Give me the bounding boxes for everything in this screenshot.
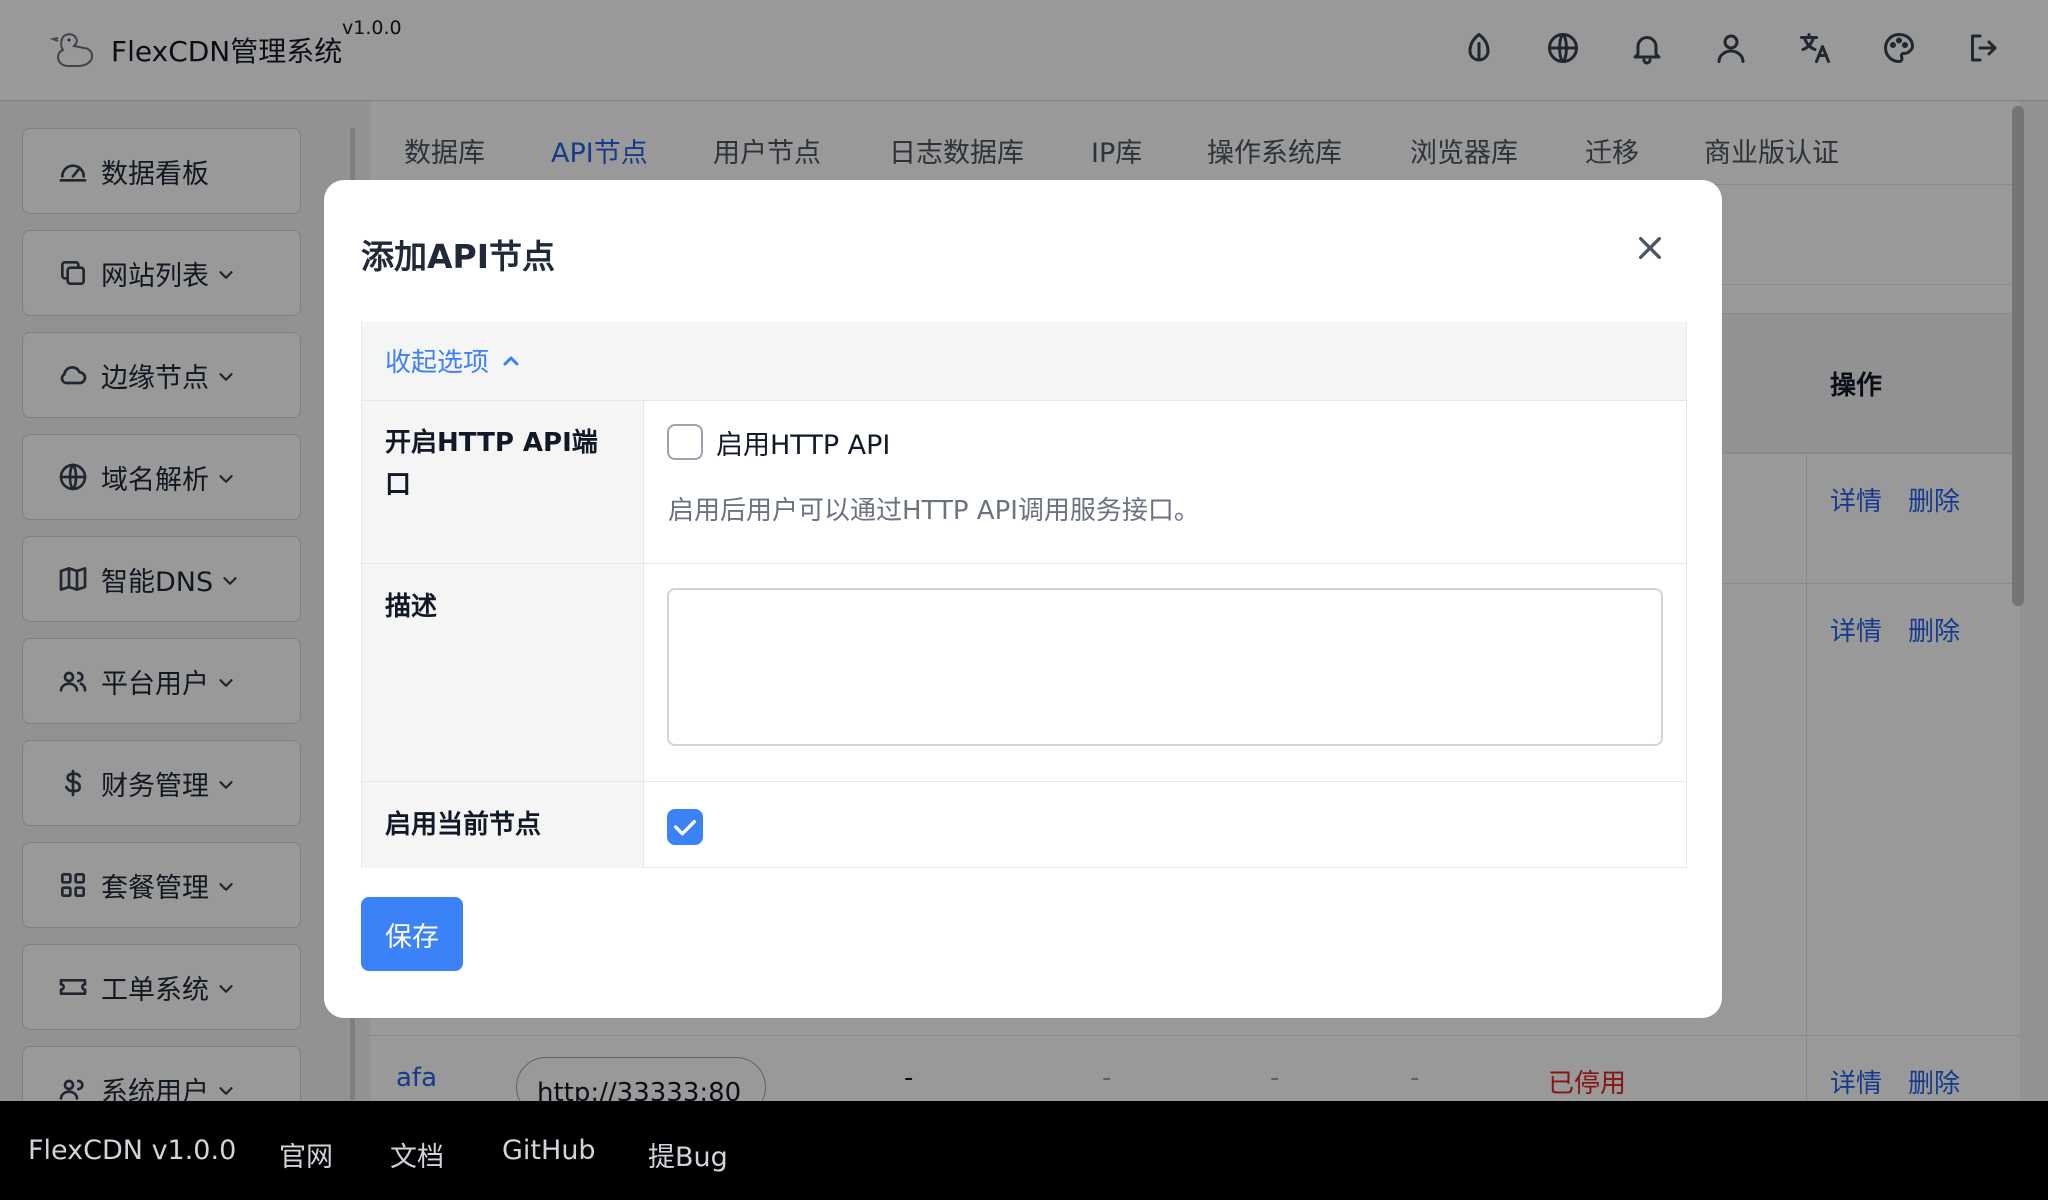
footer-link-docs[interactable]: 文档 [390, 1135, 444, 1174]
footer-version[interactable]: FlexCDN v1.0.0 [28, 1135, 236, 1166]
enable-node-checkbox[interactable] [667, 809, 703, 845]
row-divider [362, 400, 1686, 401]
checkmark-icon [674, 820, 696, 836]
row-divider [362, 781, 1686, 782]
modal-title: 添加API节点 [361, 237, 556, 276]
http-api-help-text: 启用后用户可以通过HTTP API调用服务接口。 [668, 496, 1200, 526]
collapse-row: 收起选项 [362, 322, 1686, 400]
enable-node-label: 启用当前节点 [385, 810, 542, 840]
add-api-node-modal: 添加API节点 收起选项 开启HTTP API端口 描述 启用当前节点 启用HT… [324, 180, 1722, 1018]
desc-label: 描述 [385, 592, 438, 622]
collapse-options-label: 收起选项 [385, 348, 490, 378]
footer-link-bug[interactable]: 提Bug [648, 1135, 728, 1174]
footer-link-website[interactable]: 官网 [279, 1135, 333, 1174]
http-api-checkbox[interactable] [667, 424, 703, 460]
description-textarea[interactable] [667, 588, 1663, 746]
footer: FlexCDN v1.0.0 官网 文档 GitHub 提Bug [0, 1101, 2048, 1200]
chevron-up-icon [503, 356, 519, 365]
collapse-options-link[interactable]: 收起选项 [385, 342, 523, 379]
footer-link-github[interactable]: GitHub [502, 1135, 596, 1166]
close-icon[interactable] [1634, 232, 1666, 264]
save-button[interactable]: 保存 [361, 897, 463, 971]
http-api-label: 开启HTTP API端口 [385, 428, 598, 500]
row-divider [362, 563, 1686, 564]
http-api-checkbox-label[interactable]: 启用HTTP API [716, 423, 890, 462]
